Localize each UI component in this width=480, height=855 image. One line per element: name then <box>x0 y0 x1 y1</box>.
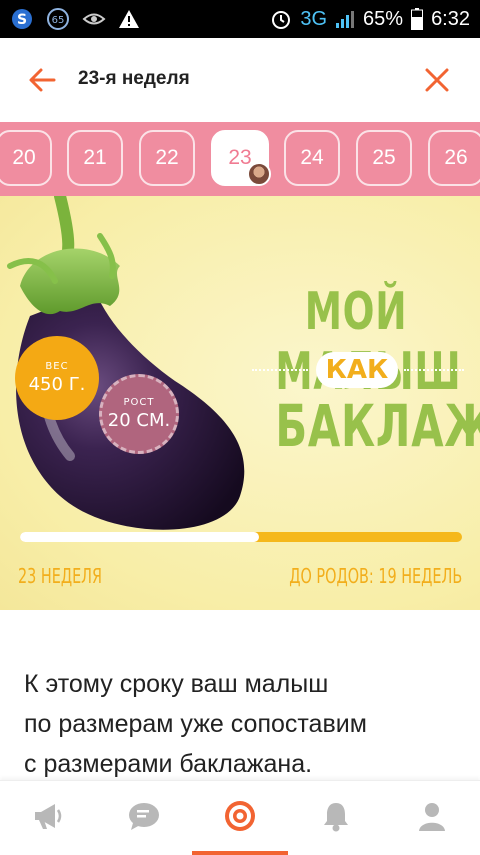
battery-icon <box>411 8 424 30</box>
nav-announcements[interactable] <box>0 781 96 855</box>
week-tab-25[interactable]: 25 <box>356 130 412 186</box>
profile-icon <box>417 800 447 837</box>
battery-percent: 65% <box>363 7 404 30</box>
active-tab-indicator <box>192 851 288 855</box>
week-description: К этому сроку ваш малыш по размерам уже … <box>24 664 444 784</box>
status-bar: S 65 3G 65% 6:32 <box>0 0 480 38</box>
pregnancy-progress-bar <box>20 532 462 542</box>
nav-profile[interactable] <box>384 781 480 855</box>
week-tab-21[interactable]: 21 <box>67 130 123 186</box>
alarm-icon <box>270 8 292 30</box>
divider-dots-right <box>404 369 464 371</box>
target-icon <box>223 799 257 838</box>
divider-dots-left <box>252 369 308 371</box>
svg-text:65: 65 <box>52 15 65 26</box>
height-caption: РОСТ <box>123 397 155 408</box>
weight-caption: ВЕС <box>45 361 69 372</box>
week-tab-22[interactable]: 22 <box>139 130 195 186</box>
pregnancy-progress-fill <box>20 532 259 542</box>
weeks-remaining-label: ДО РОДОВ: 19 НЕДЕЛЬ <box>289 564 462 588</box>
nav-target[interactable] <box>192 781 288 855</box>
height-value: 20 СМ. <box>107 410 171 431</box>
sync-icon: S <box>10 7 34 31</box>
chat-icon <box>127 801 161 836</box>
week-tab-23[interactable]: 23 <box>211 130 271 186</box>
close-icon[interactable] <box>424 67 450 93</box>
week-tab-24[interactable]: 24 <box>284 130 340 186</box>
week-tab-20[interactable]: 20 <box>0 130 52 186</box>
weight-value: 450 Г. <box>28 374 86 395</box>
description-line: с размерами баклажана. <box>24 750 313 778</box>
weight-badge: ВЕС 450 Г. <box>15 336 99 420</box>
page-title: 23-я неделя <box>78 68 190 89</box>
height-badge: РОСТ 20 СМ. <box>99 374 179 454</box>
notification-count-icon: 65 <box>46 7 70 31</box>
announcements-icon <box>31 801 65 836</box>
bottom-navigation <box>0 780 480 855</box>
bell-icon <box>321 800 351 837</box>
avatar <box>247 162 271 186</box>
week-tab-26[interactable]: 26 <box>428 130 480 186</box>
nav-notifications[interactable] <box>288 781 384 855</box>
current-week-label: 23 НЕДЕЛЯ <box>18 564 103 588</box>
headline-line-2: КАК <box>316 352 398 388</box>
signal-icon <box>335 9 355 29</box>
clock: 6:32 <box>431 7 470 30</box>
back-arrow-icon[interactable] <box>28 66 56 94</box>
description-line: К этому сроку ваш малыш <box>24 670 329 698</box>
eye-icon <box>82 10 106 28</box>
warning-icon <box>118 9 140 29</box>
description-line: по размерам уже сопоставим <box>24 710 367 738</box>
week-selector: 20 21 22 23 24 25 26 <box>0 122 480 196</box>
nav-chat[interactable] <box>96 781 192 855</box>
size-comparison-banner: ВЕС 450 Г. РОСТ 20 СМ. МОЙ МАЛЫШ КАК БАК… <box>0 196 480 610</box>
svg-text:S: S <box>17 12 27 28</box>
network-type: 3G <box>300 7 328 30</box>
headline-line-3: БАКЛАЖАН <box>275 392 480 460</box>
app-bar: 23-я неделя <box>0 38 480 122</box>
